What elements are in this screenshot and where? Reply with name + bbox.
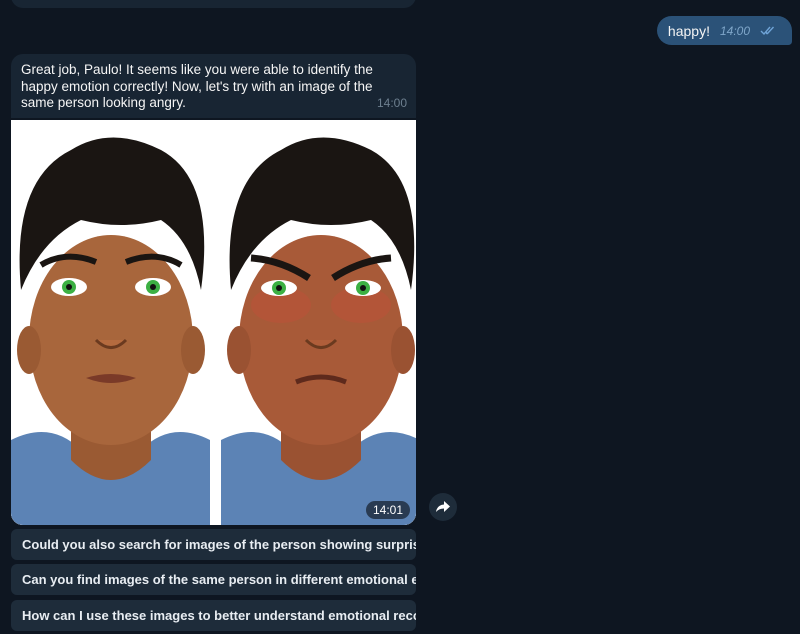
- suggestion-button-2[interactable]: Can you find images of the same person i…: [11, 564, 416, 595]
- image-time-badge: 14:01: [365, 501, 410, 519]
- forward-button[interactable]: [429, 493, 457, 521]
- suggestion-button-1[interactable]: Could you also search for images of the …: [11, 529, 416, 560]
- double-check-icon: [760, 26, 775, 35]
- incoming-message-text: Great job, Paulo! It seems like you were…: [21, 62, 373, 110]
- outgoing-message-text: happy!: [667, 22, 710, 39]
- outgoing-message-time: 14:00: [719, 23, 750, 38]
- forward-arrow-icon: [436, 501, 450, 512]
- outgoing-message[interactable]: happy! 14:00: [656, 16, 792, 45]
- face-angry-image: [221, 120, 416, 525]
- incoming-message-time: 14:00: [376, 96, 407, 110]
- message-image[interactable]: 14:01: [11, 120, 416, 525]
- previous-message-bubble: [11, 0, 416, 8]
- chat-area: happy! 14:00 Great job, Paulo! It seems …: [0, 0, 800, 634]
- face-neutral-image: [11, 120, 210, 525]
- suggestion-button-3[interactable]: How can I use these images to better und…: [11, 600, 416, 631]
- incoming-message[interactable]: Great job, Paulo! It seems like you were…: [11, 54, 416, 118]
